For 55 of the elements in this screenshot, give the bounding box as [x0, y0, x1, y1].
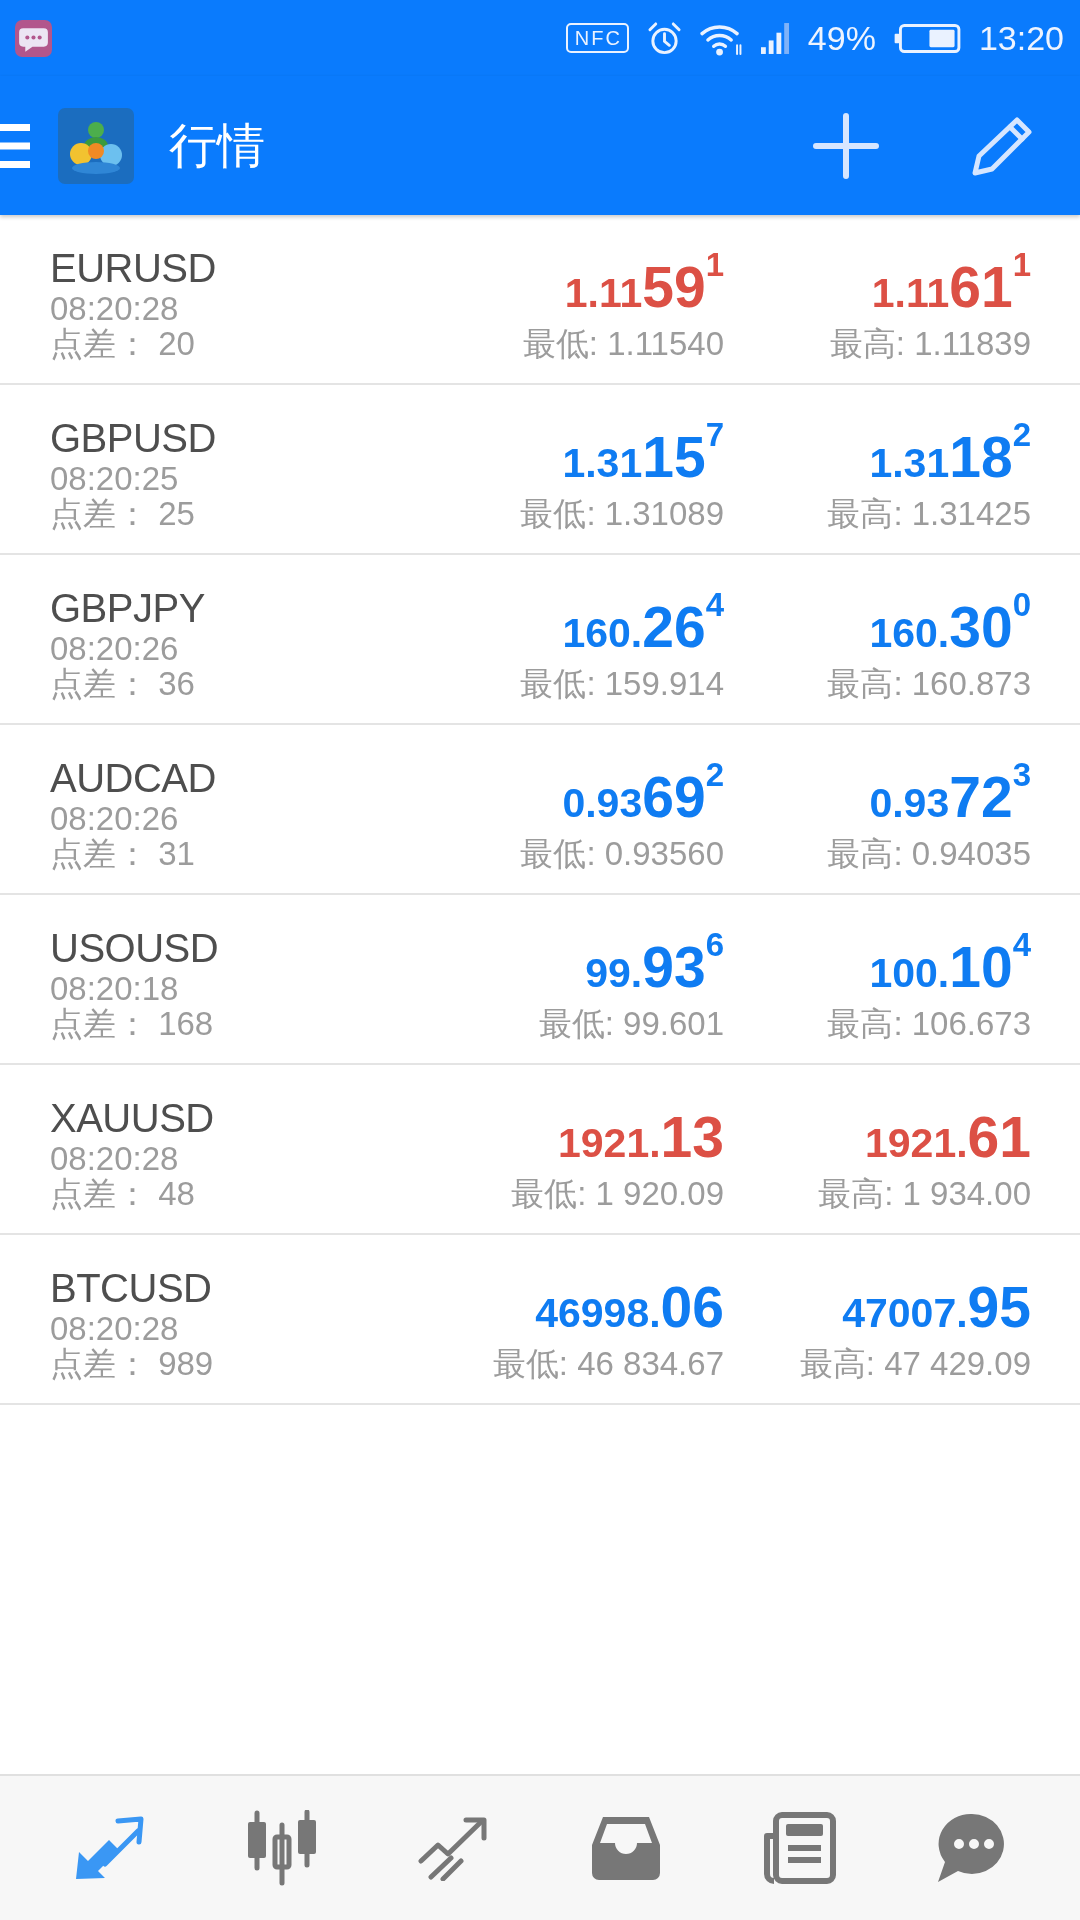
- pencil-icon[interactable]: [971, 115, 1033, 176]
- app-logo-icon: [58, 107, 134, 184]
- ask-price: 47007.95: [842, 1276, 1031, 1338]
- spread-value: 点差： 25: [50, 497, 195, 531]
- clock-time: 13:20: [978, 18, 1064, 58]
- bid-price: 46998.06: [535, 1276, 724, 1338]
- quote-time: 08:20:25: [50, 461, 179, 497]
- battery-percent: 49%: [807, 18, 876, 58]
- screen-title: 行情: [169, 117, 265, 174]
- nfc-indicator: NFC: [565, 23, 629, 53]
- spread-value: 点差： 168: [50, 1007, 214, 1041]
- spread-value: 点差： 48: [50, 1177, 195, 1211]
- message-app-icon: [15, 19, 52, 57]
- low-price: 最低: 46 834.67: [492, 1346, 724, 1382]
- low-price: 最低: 99.601: [538, 1006, 724, 1042]
- menu-icon[interactable]: [0, 123, 30, 168]
- spread-value: 点差： 20: [50, 327, 195, 361]
- high-price: 最高: 1 934.00: [818, 1176, 1031, 1212]
- quote-time: 08:20:26: [50, 631, 179, 667]
- quote-time: 08:20:26: [50, 801, 179, 837]
- high-price: 最高: 160.873: [827, 666, 1031, 702]
- high-price: 最高: 0.94035: [827, 836, 1031, 872]
- battery-icon: [893, 23, 961, 53]
- symbol-name: GBPJPY: [50, 587, 205, 629]
- symbol-name: XAUUSD: [50, 1097, 214, 1139]
- low-price: 最低: 1 920.09: [511, 1176, 724, 1212]
- quote-time: 08:20:28: [50, 1311, 179, 1347]
- symbol-name: AUDCAD: [50, 757, 216, 799]
- quote-time: 08:20:28: [50, 291, 179, 327]
- quote-time: 08:20:28: [50, 1141, 179, 1177]
- high-price: 最高: 47 429.09: [799, 1346, 1031, 1382]
- plus-icon[interactable]: [813, 112, 879, 179]
- symbol-name: USOUSD: [50, 927, 219, 969]
- symbol-name: GBPUSD: [50, 417, 216, 459]
- ask-price: 1921.61: [865, 1106, 1031, 1168]
- high-price: 最高: 1.31425: [827, 496, 1031, 532]
- high-price: 最高: 1.11839: [829, 326, 1031, 362]
- low-price: 最低: 1.11540: [522, 326, 724, 362]
- spread-value: 点差： 31: [50, 837, 195, 871]
- high-price: 最高: 106.673: [827, 1006, 1031, 1042]
- bid-price: 1921.13: [558, 1106, 724, 1168]
- spread-value: 点差： 36: [50, 667, 195, 701]
- low-price: 最低: 1.31089: [520, 496, 724, 532]
- low-price: 最低: 0.93560: [520, 836, 724, 872]
- quote-time: 08:20:18: [50, 971, 179, 1007]
- low-price: 最低: 159.914: [520, 666, 724, 702]
- diagonal-arrows-icon: [74, 1816, 146, 1880]
- candlestick-icon: [245, 1810, 319, 1886]
- alarm-clock-icon: [646, 20, 682, 56]
- symbol-name: BTCUSD: [50, 1267, 212, 1309]
- signal-icon: [760, 22, 790, 54]
- symbol-name: EURUSD: [50, 247, 216, 289]
- inbox-tray-icon: [590, 1815, 662, 1881]
- spread-value: 点差： 989: [50, 1347, 214, 1381]
- trend-arrow-icon: [418, 1815, 490, 1881]
